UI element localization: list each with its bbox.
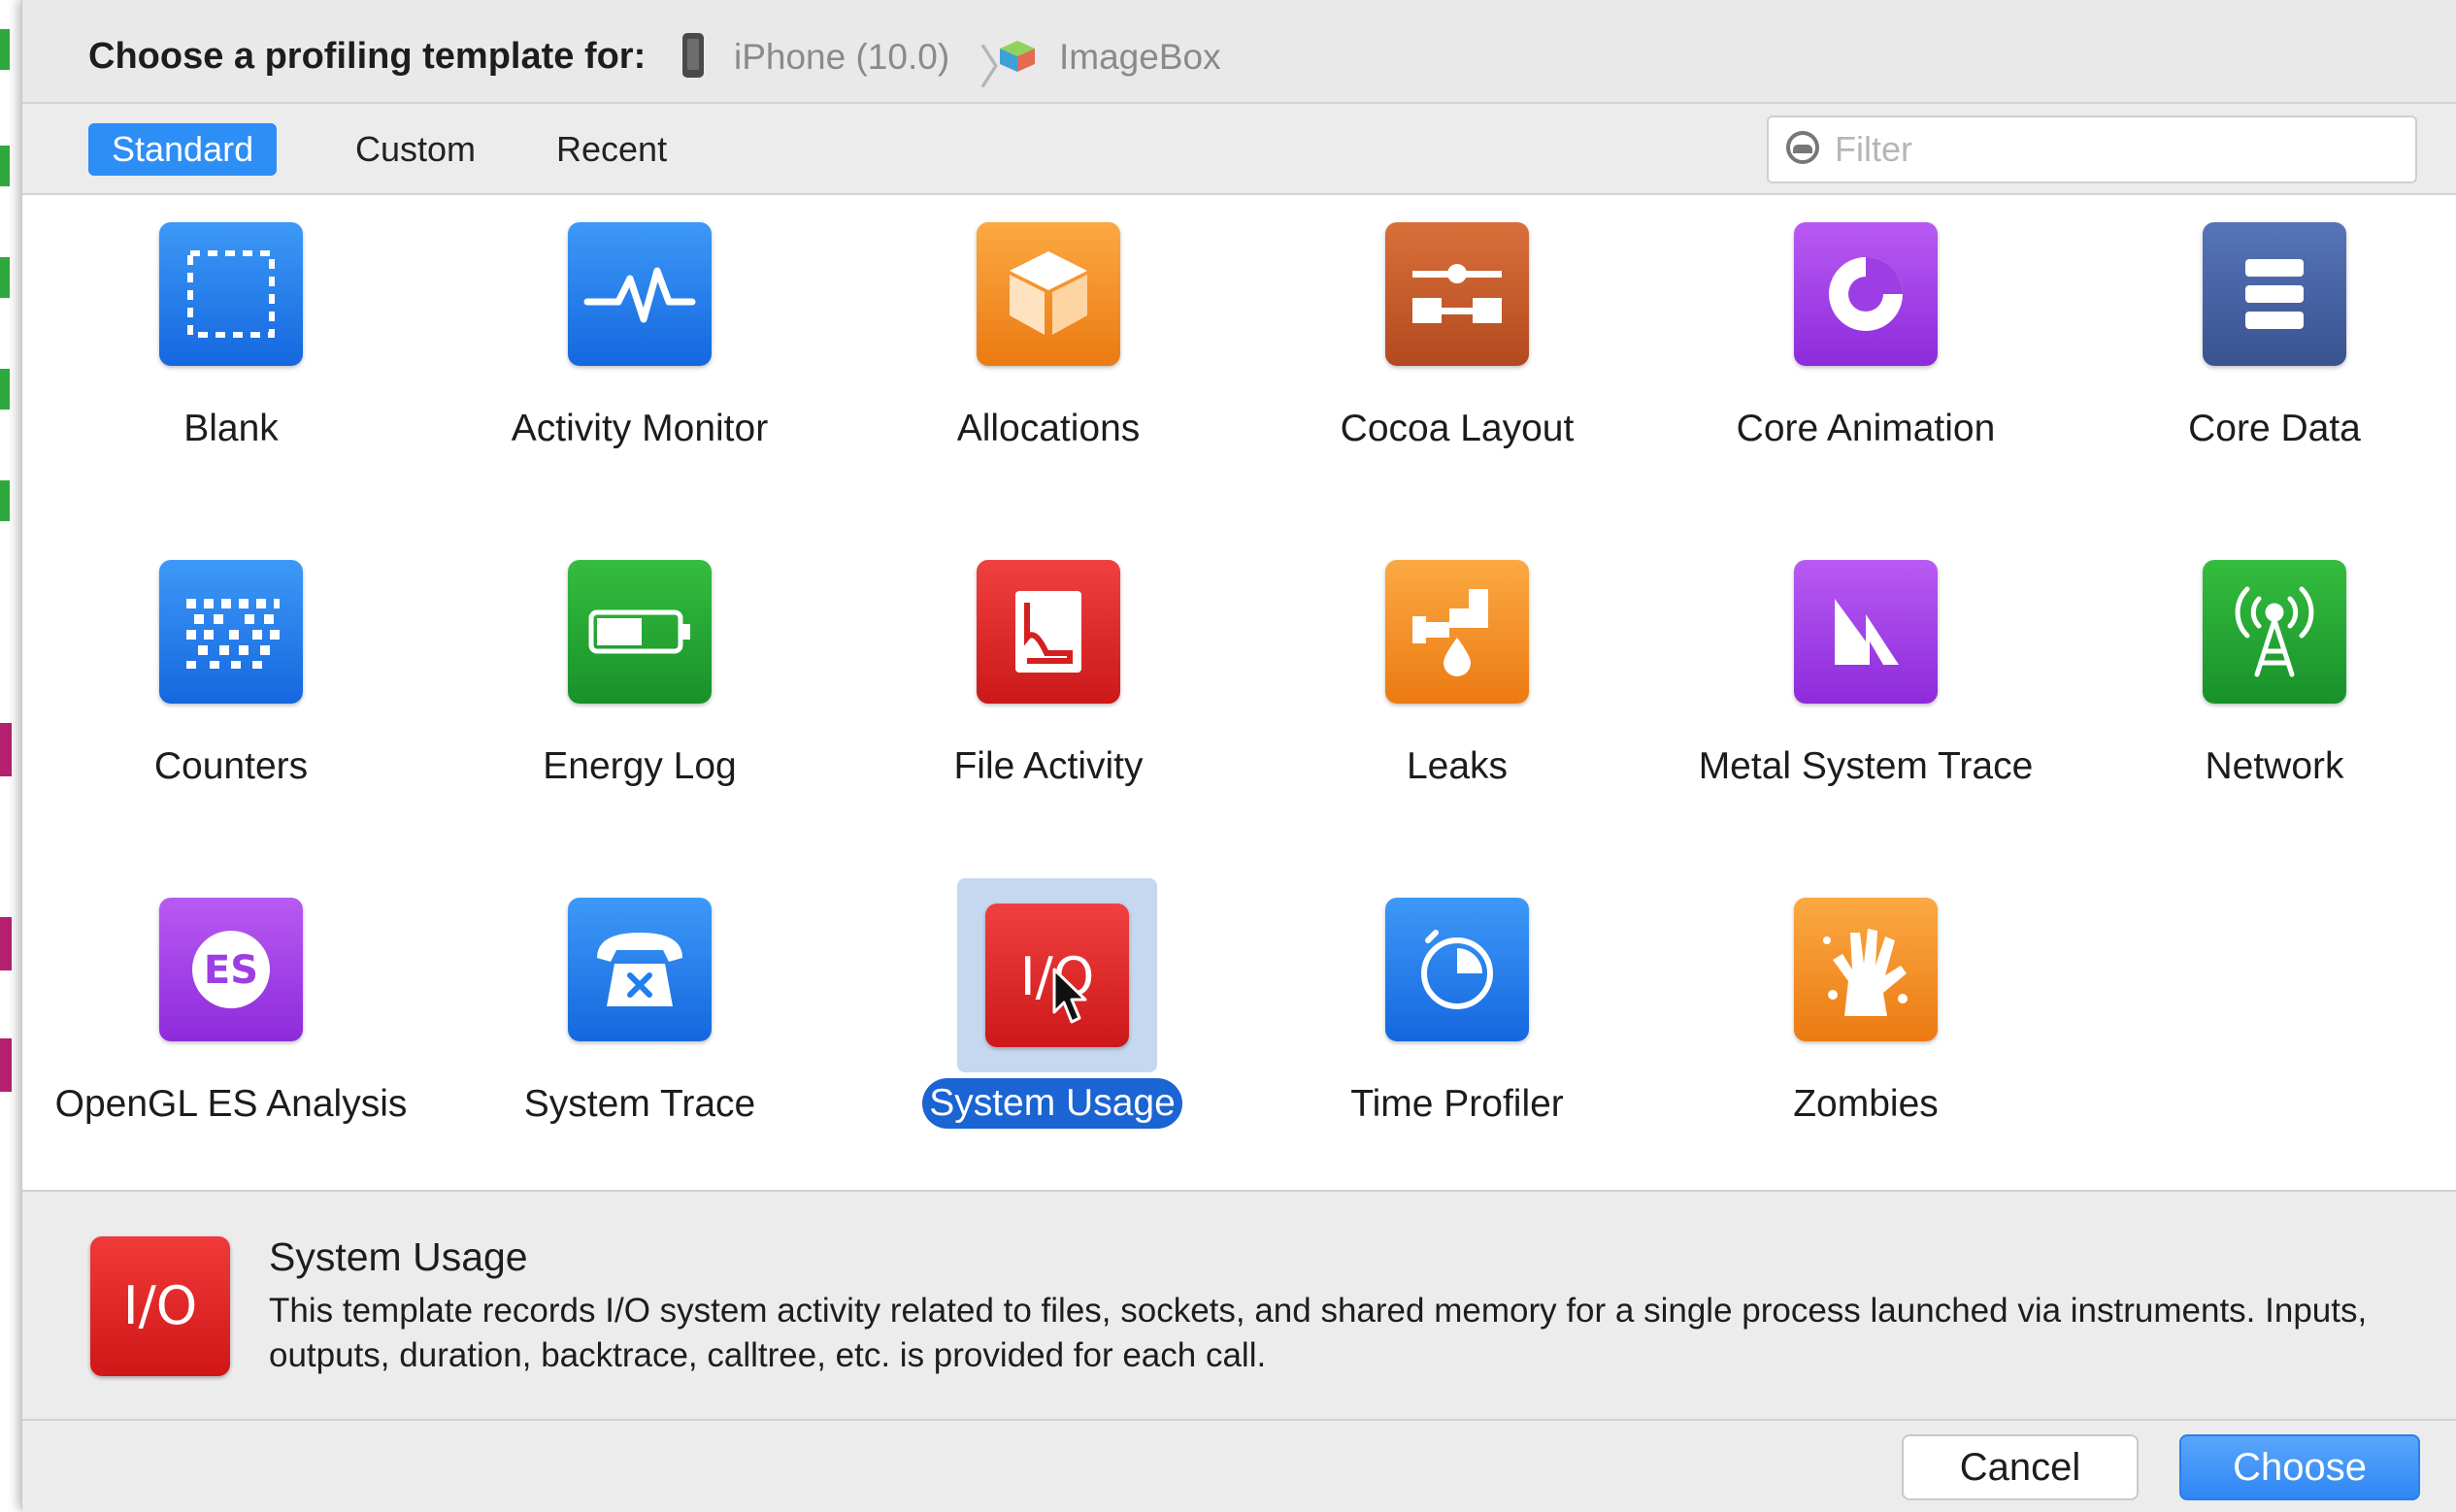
icon-frame bbox=[568, 898, 712, 1041]
icon-frame bbox=[159, 222, 303, 366]
editor-gutter-mark bbox=[0, 723, 12, 776]
icon-frame bbox=[1385, 560, 1529, 704]
file-activity-icon bbox=[977, 560, 1120, 704]
tab-bar: Standard Custom Recent bbox=[22, 104, 2456, 195]
icon-frame bbox=[2203, 222, 2346, 366]
icon-frame bbox=[1794, 222, 1938, 366]
template-chooser-sheet: Choose a profiling template for: iPhone … bbox=[21, 0, 2456, 1512]
system-usage-preview-icon: I/O bbox=[90, 1236, 230, 1376]
icon-frame: ES bbox=[159, 898, 303, 1041]
activity-monitor-icon bbox=[568, 222, 712, 366]
template-network[interactable]: Network bbox=[2090, 533, 2456, 853]
editor-gutter-mark bbox=[0, 257, 10, 298]
time-profiler-icon bbox=[1385, 898, 1529, 1041]
template-zombies[interactable]: Zombies bbox=[1681, 871, 2050, 1191]
icon-frame bbox=[1385, 898, 1529, 1041]
icon-frame bbox=[568, 222, 712, 366]
icon-frame: I/O bbox=[957, 878, 1157, 1072]
device-selector[interactable]: iPhone (10.0) bbox=[734, 37, 949, 78]
template-core-data[interactable]: Core Data bbox=[2090, 195, 2456, 515]
editor-gutter-mark bbox=[0, 146, 10, 186]
template-label: System Trace bbox=[523, 1083, 756, 1125]
template-core-animation[interactable]: Core Animation bbox=[1681, 195, 2050, 515]
template-cocoa-layout[interactable]: Cocoa Layout bbox=[1273, 195, 1642, 515]
template-grid: Blank Activity Monitor Allocations Cocoa… bbox=[22, 195, 2456, 1192]
editor-gutter-mark bbox=[0, 917, 12, 970]
cancel-button[interactable]: Cancel bbox=[1902, 1434, 2139, 1500]
app-cube-icon bbox=[1000, 41, 1035, 72]
template-label: Leaks bbox=[1406, 745, 1509, 787]
filter-field[interactable] bbox=[1767, 115, 2417, 183]
template-label: Allocations bbox=[956, 408, 1141, 449]
template-label: Time Profiler bbox=[1350, 1083, 1564, 1125]
editor-gutter-mark bbox=[0, 480, 10, 521]
template-system-usage[interactable]: I/O System Usage bbox=[864, 871, 1233, 1191]
template-label: Core Data bbox=[2188, 408, 2361, 449]
template-label: Activity Monitor bbox=[511, 408, 769, 449]
template-label: Zombies bbox=[1793, 1083, 1939, 1125]
template-blank[interactable]: Blank bbox=[47, 195, 415, 515]
description-title: System Usage bbox=[269, 1234, 528, 1279]
allocations-icon bbox=[977, 222, 1120, 366]
header-title: Choose a profiling template for: bbox=[88, 36, 647, 77]
template-allocations[interactable]: Allocations bbox=[864, 195, 1233, 515]
description-text: This template records I/O system activit… bbox=[269, 1292, 2368, 1374]
editor-gutter-mark bbox=[0, 369, 10, 410]
template-label: Cocoa Layout bbox=[1340, 408, 1575, 449]
core-animation-icon bbox=[1794, 222, 1938, 366]
zombies-icon bbox=[1794, 898, 1938, 1041]
icon-frame bbox=[159, 560, 303, 704]
template-opengl-es-analysis[interactable]: ES OpenGL ES Analysis bbox=[47, 871, 415, 1191]
icon-frame bbox=[1794, 560, 1938, 704]
es-glyph: ES bbox=[204, 948, 258, 993]
template-description-panel: I/O System Usage This template records I… bbox=[22, 1192, 2456, 1417]
template-system-trace[interactable]: System Trace bbox=[455, 871, 824, 1191]
template-file-activity[interactable]: File Activity bbox=[864, 533, 1233, 853]
icon-frame bbox=[2203, 560, 2346, 704]
template-label: Network bbox=[2205, 745, 2344, 787]
template-energy-log[interactable]: Energy Log bbox=[455, 533, 824, 853]
template-label: Counters bbox=[153, 745, 309, 787]
blank-icon bbox=[159, 222, 303, 366]
core-data-icon bbox=[2203, 222, 2346, 366]
template-label: System Usage bbox=[922, 1078, 1182, 1129]
tab-custom[interactable]: Custom bbox=[332, 123, 499, 176]
network-icon bbox=[2203, 560, 2346, 704]
template-leaks[interactable]: Leaks bbox=[1273, 533, 1642, 853]
cocoa-layout-icon bbox=[1385, 222, 1529, 366]
filter-input[interactable] bbox=[1833, 125, 2400, 174]
template-label: Energy Log bbox=[543, 745, 737, 787]
template-label: OpenGL ES Analysis bbox=[54, 1083, 408, 1125]
opengl-es-icon: ES bbox=[159, 898, 303, 1041]
icon-frame bbox=[568, 560, 712, 704]
system-trace-icon bbox=[568, 898, 712, 1041]
template-time-profiler[interactable]: Time Profiler bbox=[1273, 871, 1642, 1191]
icon-frame bbox=[1794, 898, 1938, 1041]
template-metal-system-trace[interactable]: Metal System Trace bbox=[1681, 533, 2050, 853]
counters-icon bbox=[159, 560, 303, 704]
dialog-footer: Cancel Choose bbox=[22, 1419, 2456, 1512]
target-app-selector[interactable]: ImageBox bbox=[1059, 37, 1221, 78]
icon-frame bbox=[1385, 222, 1529, 366]
template-label: File Activity bbox=[953, 745, 1144, 787]
template-label: Metal System Trace bbox=[1698, 745, 2034, 787]
template-label: Blank bbox=[183, 408, 279, 449]
iphone-icon bbox=[682, 33, 704, 78]
template-activity-monitor[interactable]: Activity Monitor bbox=[455, 195, 824, 515]
tab-standard[interactable]: Standard bbox=[88, 123, 278, 176]
editor-gutter-mark bbox=[0, 1038, 12, 1092]
metal-system-trace-icon bbox=[1794, 560, 1938, 704]
energy-log-icon bbox=[568, 560, 712, 704]
mouse-pointer-icon bbox=[1052, 968, 1087, 1024]
editor-gutter-mark bbox=[0, 29, 10, 70]
leaks-icon bbox=[1385, 560, 1529, 704]
icon-frame bbox=[977, 222, 1120, 366]
filter-icon bbox=[1786, 131, 1819, 164]
template-label: Core Animation bbox=[1736, 408, 1996, 449]
template-counters[interactable]: Counters bbox=[47, 533, 415, 853]
chooser-header: Choose a profiling template for: iPhone … bbox=[22, 0, 2456, 104]
tab-recent[interactable]: Recent bbox=[533, 123, 690, 176]
choose-button[interactable]: Choose bbox=[2179, 1434, 2420, 1500]
icon-frame bbox=[977, 560, 1120, 704]
